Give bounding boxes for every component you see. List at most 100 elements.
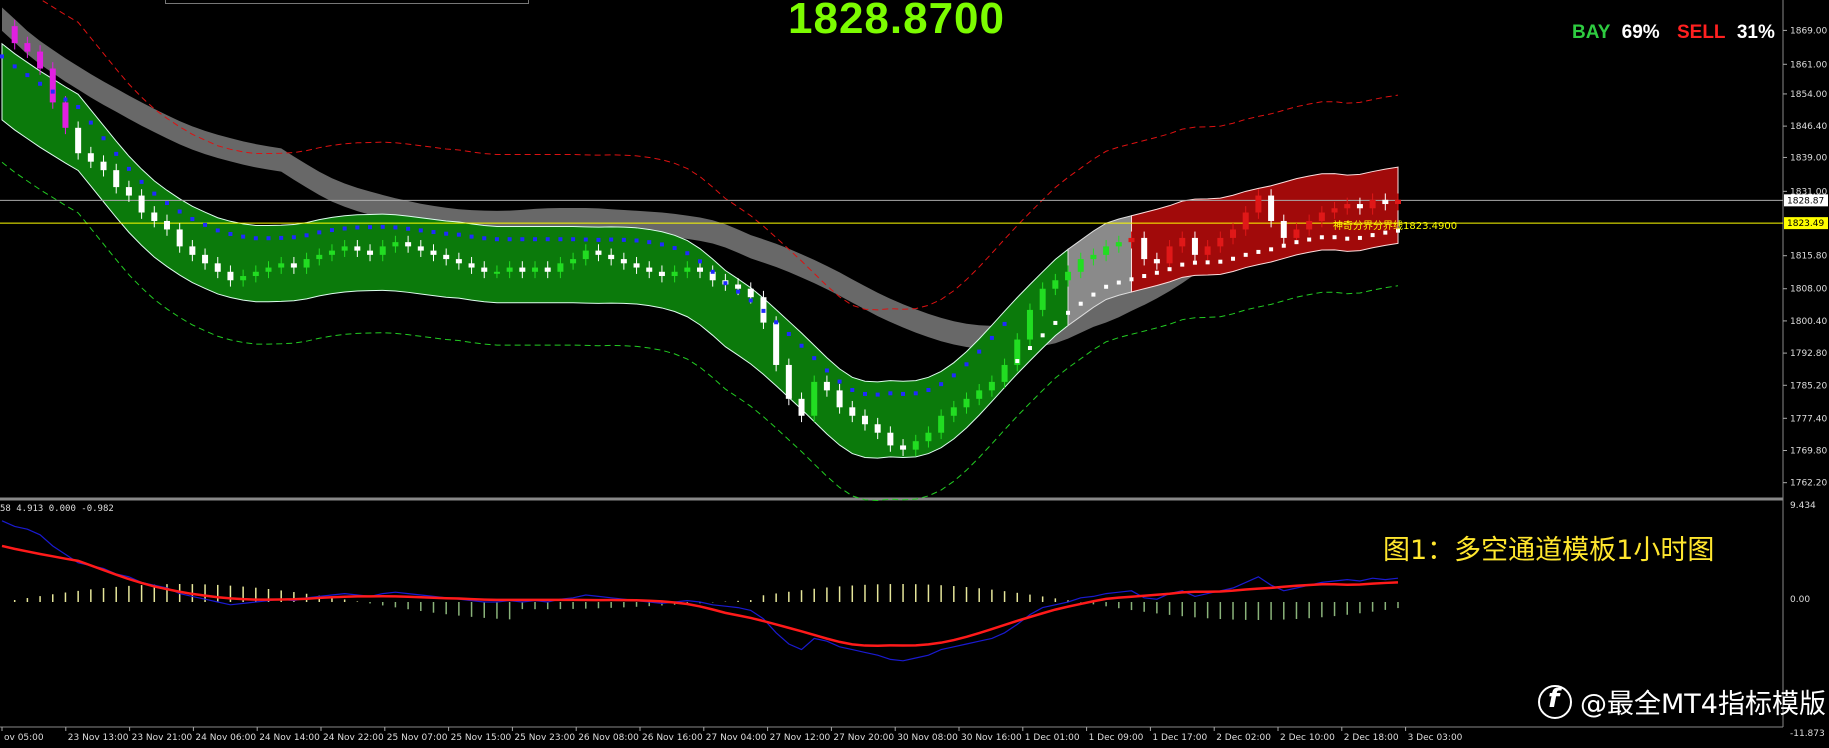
trend-step-marker [215,228,220,233]
trend-step-marker [659,242,664,247]
candle-body [861,415,868,425]
trend-step-marker [418,228,423,233]
candle-body [620,259,627,264]
candle-body [113,170,120,188]
boundary-annotation: 神奇分界分界线1823.4900 [1333,219,1457,232]
candle-body [836,390,843,408]
price-tick-label: 1861.00 [1790,60,1827,70]
trend-step-marker [38,81,43,86]
candle-body [532,267,539,272]
candle-body [785,364,792,399]
candle-body [798,398,805,416]
price-chart[interactable]: 神奇分界分界线1823.4900 1869.00 1861.00 1854.00 184… [0,0,1829,748]
trend-step-marker [1066,310,1071,315]
trend-step-marker [444,231,449,236]
candle-body [62,102,69,128]
brand-logo-icon [1538,684,1572,719]
trend-step-marker [241,234,246,239]
indicator-tick-label: 9.434 [1790,501,1816,511]
trend-step-marker [1345,236,1350,241]
sell-percent: 31% [1736,22,1775,43]
trend-step-marker [1078,301,1083,306]
candle-body [1280,220,1287,238]
trend-step-marker [736,289,741,294]
candle-body [430,250,437,255]
candle-body [1039,288,1046,310]
candle-body [1382,199,1389,205]
time-tick-label: 27 Nov 20:00 [833,733,894,743]
trend-step-marker [50,89,55,94]
candle-body [1141,237,1148,260]
trend-step-marker [380,224,385,229]
candle-body [811,381,818,416]
candle-body [252,271,259,277]
candle-body [633,263,640,268]
trend-step-marker [951,373,956,378]
candle-body [341,246,348,251]
trend-step-marker [1319,235,1324,240]
candle-body [354,246,361,251]
candle-body [963,398,970,408]
price-tick-label: 1846.40 [1790,122,1827,132]
trend-step-marker [1370,233,1375,238]
trend-step-marker [812,356,817,361]
candle-body [367,250,374,255]
trend-step-marker [12,64,17,69]
candle-body [481,267,488,272]
candle-body [1166,246,1173,264]
trend-step-marker [1129,277,1134,282]
candle-body [11,26,18,44]
trend-step-marker [621,237,626,242]
trend-step-marker [888,391,893,396]
trend-step-marker [634,238,639,243]
candle-body [1179,237,1186,247]
trend-step-marker [1332,235,1337,240]
trend-step-marker [761,308,766,313]
price-tick-label: 1839.00 [1790,153,1827,163]
time-tick-label: 2 Dec 18:00 [1344,733,1399,743]
candle-body [24,43,31,52]
candle-body [1318,212,1325,221]
candle-body [1217,237,1224,247]
candle-body [37,51,44,69]
trend-step-marker [1091,292,1096,297]
trend-step-marker [710,269,715,274]
trend-step-marker [1002,321,1007,326]
candle-body [646,267,653,272]
trend-step-marker [875,392,880,397]
candle-body [290,263,297,268]
candle-body [658,271,665,277]
candle-body [823,381,830,391]
watermark-text: @最全MT4指标模版 [1580,689,1826,720]
time-tick-label: ov 05:00 [4,733,44,743]
trend-step-marker [228,232,233,237]
trend-step-marker [368,225,373,230]
trend-step-marker [723,281,728,286]
trend-step-marker [114,151,119,156]
candle-body [950,407,957,416]
candle-body [1344,204,1351,209]
trend-step-marker [799,343,804,348]
time-tick-label: 25 Nov 23:00 [514,733,575,743]
trend-step-marker [393,225,398,230]
time-tick-label: 27 Nov 04:00 [706,733,767,743]
current-price-display: 1828.8700 [788,0,1005,43]
time-tick-label: 27 Nov 12:00 [770,733,831,743]
trend-step-marker [901,391,906,396]
trend-step-marker [685,251,690,256]
candle-body [773,322,780,365]
trend-step-marker [774,320,779,325]
candle-body [202,254,209,264]
trend-step-marker [1116,280,1121,285]
watermark: @最全MT4指标模版 [1538,682,1826,721]
candle-body [912,441,919,450]
candle-body [278,263,285,268]
trend-step-marker [139,179,144,184]
trend-step-marker [25,73,30,78]
time-tick-label: 1 Dec 01:00 [1025,733,1080,743]
trend-step-marker [698,259,702,264]
candle-body [87,153,94,162]
candle-body [316,254,323,260]
time-tick-label: 23 Nov 21:00 [132,733,193,743]
trend-step-marker [317,230,322,235]
